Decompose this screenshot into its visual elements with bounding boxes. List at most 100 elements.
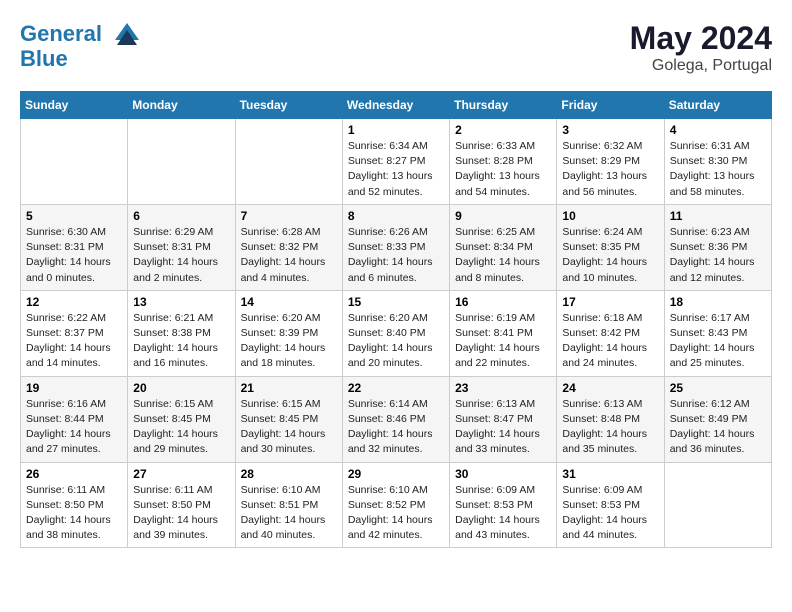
day-number: 15 [348,295,444,309]
day-info: Sunrise: 6:29 AMSunset: 8:31 PMDaylight:… [133,225,229,286]
calendar-cell: 27Sunrise: 6:11 AMSunset: 8:50 PMDayligh… [128,462,235,548]
day-info: Sunrise: 6:11 AMSunset: 8:50 PMDaylight:… [26,483,122,544]
calendar-cell: 14 Sunrise: 6:20 AMSunset: 8:39 PMDayligh… [235,290,342,376]
weekday-header-friday: Friday [557,92,664,119]
day-number: 10 [562,209,658,223]
day-number: 23 [455,381,551,395]
day-info: Sunrise: 6:28 AMSunset: 8:32 PMDaylight:… [241,225,337,286]
calendar-cell: 13 Sunrise: 6:21 AMSunset: 8:38 PMDayligh… [128,290,235,376]
calendar-cell: 26 Sunrise: 6:11 AMSunset: 8:50 PMDayligh… [21,462,128,548]
calendar-cell: 8 Sunrise: 6:26 AMSunset: 8:33 PMDaylight… [342,204,449,290]
weekday-header-saturday: Saturday [664,92,771,119]
calendar-cell: 11 Sunrise: 6:23 AMSunset: 8:36 PMDayligh… [664,204,771,290]
calendar-cell: 19 Sunrise: 6:16 AMSunset: 8:44 PMDayligh… [21,376,128,462]
calendar-cell: 21 Sunrise: 6:15 AMSunset: 8:45 PMDayligh… [235,376,342,462]
day-number: 8 [348,209,444,223]
day-info: Sunrise: 6:24 AMSunset: 8:35 PMDaylight:… [562,225,658,286]
calendar-cell: 18Sunrise: 6:17 AMSunset: 8:43 PMDayligh… [664,290,771,376]
day-number: 16 [455,295,551,309]
day-number: 14 [241,295,337,309]
calendar-cell [128,119,235,205]
day-number: 7 [241,209,337,223]
day-number: 24 [562,381,658,395]
day-info: Sunrise: 6:13 AMSunset: 8:48 PMDaylight:… [562,397,658,458]
day-info: Sunrise: 6:20 AMSunset: 8:40 PMDaylight:… [348,311,444,372]
day-number: 11 [670,209,766,223]
weekday-header-tuesday: Tuesday [235,92,342,119]
day-info: Sunrise: 6:18 AMSunset: 8:42 PMDaylight:… [562,311,658,372]
day-number: 30 [455,467,551,481]
day-info: Sunrise: 6:10 AMSunset: 8:51 PMDaylight:… [241,483,337,544]
calendar-cell: 9 Sunrise: 6:25 AMSunset: 8:34 PMDaylight… [450,204,557,290]
weekday-header-wednesday: Wednesday [342,92,449,119]
day-number: 9 [455,209,551,223]
calendar-week-2: 5 Sunrise: 6:30 AMSunset: 8:31 PMDaylight… [21,204,772,290]
calendar-cell: 12 Sunrise: 6:22 AMSunset: 8:37 PMDayligh… [21,290,128,376]
day-number: 21 [241,381,337,395]
calendar-cell: 17 Sunrise: 6:18 AMSunset: 8:42 PMDayligh… [557,290,664,376]
calendar-cell: 23 Sunrise: 6:13 AMSunset: 8:47 PMDayligh… [450,376,557,462]
day-info: Sunrise: 6:14 AMSunset: 8:46 PMDaylight:… [348,397,444,458]
calendar-cell: 7 Sunrise: 6:28 AMSunset: 8:32 PMDaylight… [235,204,342,290]
day-info: Sunrise: 6:17 AMSunset: 8:43 PMDaylight:… [670,311,766,372]
day-info: Sunrise: 6:22 AMSunset: 8:37 PMDaylight:… [26,311,122,372]
day-info: Sunrise: 6:13 AMSunset: 8:47 PMDaylight:… [455,397,551,458]
day-number: 26 [26,467,122,481]
weekday-header-thursday: Thursday [450,92,557,119]
calendar-cell: 25 Sunrise: 6:12 AMSunset: 8:49 PMDayligh… [664,376,771,462]
day-number: 3 [562,123,658,137]
calendar-cell: 4 Sunrise: 6:31 AMSunset: 8:30 PMDaylight… [664,119,771,205]
day-number: 6 [133,209,229,223]
day-info: Sunrise: 6:15 AMSunset: 8:45 PMDaylight:… [133,397,229,458]
day-number: 19 [26,381,122,395]
day-info: Sunrise: 6:23 AMSunset: 8:36 PMDaylight:… [670,225,766,286]
day-info: Sunrise: 6:25 AMSunset: 8:34 PMDaylight:… [455,225,551,286]
day-number: 13 [133,295,229,309]
calendar-week-4: 19 Sunrise: 6:16 AMSunset: 8:44 PMDayligh… [21,376,772,462]
day-info: Sunrise: 6:32 AMSunset: 8:29 PMDaylight:… [562,139,658,200]
day-number: 4 [670,123,766,137]
calendar-cell: 24 Sunrise: 6:13 AMSunset: 8:48 PMDayligh… [557,376,664,462]
day-info: Sunrise: 6:26 AMSunset: 8:33 PMDaylight:… [348,225,444,286]
calendar-cell: 20 Sunrise: 6:15 AMSunset: 8:45 PMDayligh… [128,376,235,462]
day-info: Sunrise: 6:12 AMSunset: 8:49 PMDaylight:… [670,397,766,458]
day-info: Sunrise: 6:34 AMSunset: 8:27 PMDaylight:… [348,139,444,200]
calendar-cell: 2Sunrise: 6:33 AMSunset: 8:28 PMDaylight… [450,119,557,205]
logo: General Blue [20,20,142,72]
day-info: Sunrise: 6:10 AMSunset: 8:52 PMDaylight:… [348,483,444,544]
location-title: Golega, Portugal [630,57,772,75]
day-info: Sunrise: 6:20 AMSunset: 8:39 PMDaylight:… [241,311,337,372]
calendar-cell [664,462,771,548]
day-info: Sunrise: 6:16 AMSunset: 8:44 PMDaylight:… [26,397,122,458]
day-info: Sunrise: 6:30 AMSunset: 8:31 PMDaylight:… [26,225,122,286]
day-info: Sunrise: 6:21 AMSunset: 8:38 PMDaylight:… [133,311,229,372]
calendar-cell: 1 Sunrise: 6:34 AMSunset: 8:27 PMDaylight… [342,119,449,205]
day-number: 27 [133,467,229,481]
calendar-cell: 6 Sunrise: 6:29 AMSunset: 8:31 PMDaylight… [128,204,235,290]
calendar-cell: 3 Sunrise: 6:32 AMSunset: 8:29 PMDaylight… [557,119,664,205]
day-number: 29 [348,467,444,481]
day-info: Sunrise: 6:09 AMSunset: 8:53 PMDaylight:… [455,483,551,544]
calendar-cell: 5 Sunrise: 6:30 AMSunset: 8:31 PMDaylight… [21,204,128,290]
day-info: Sunrise: 6:19 AMSunset: 8:41 PMDaylight:… [455,311,551,372]
day-number: 31 [562,467,658,481]
day-info: Sunrise: 6:09 AMSunset: 8:53 PMDaylight:… [562,483,658,544]
day-number: 20 [133,381,229,395]
day-info: Sunrise: 6:33 AMSunset: 8:28 PMDaylight:… [455,139,551,200]
calendar-week-5: 26 Sunrise: 6:11 AMSunset: 8:50 PMDayligh… [21,462,772,548]
calendar-week-3: 12 Sunrise: 6:22 AMSunset: 8:37 PMDayligh… [21,290,772,376]
day-info: Sunrise: 6:31 AMSunset: 8:30 PMDaylight:… [670,139,766,200]
calendar-cell: 15 Sunrise: 6:20 AMSunset: 8:40 PMDayligh… [342,290,449,376]
calendar-table: SundayMondayTuesdayWednesdayThursdayFrid… [20,91,772,548]
calendar-cell: 16 Sunrise: 6:19 AMSunset: 8:41 PMDayligh… [450,290,557,376]
title-block: May 2024 Golega, Portugal [630,20,772,75]
day-number: 25 [670,381,766,395]
calendar-cell [235,119,342,205]
day-number: 5 [26,209,122,223]
calendar-cell: 28Sunrise: 6:10 AMSunset: 8:51 PMDayligh… [235,462,342,548]
day-number: 22 [348,381,444,395]
day-info: Sunrise: 6:15 AMSunset: 8:45 PMDaylight:… [241,397,337,458]
day-number: 12 [26,295,122,309]
day-number: 17 [562,295,658,309]
day-number: 1 [348,123,444,137]
